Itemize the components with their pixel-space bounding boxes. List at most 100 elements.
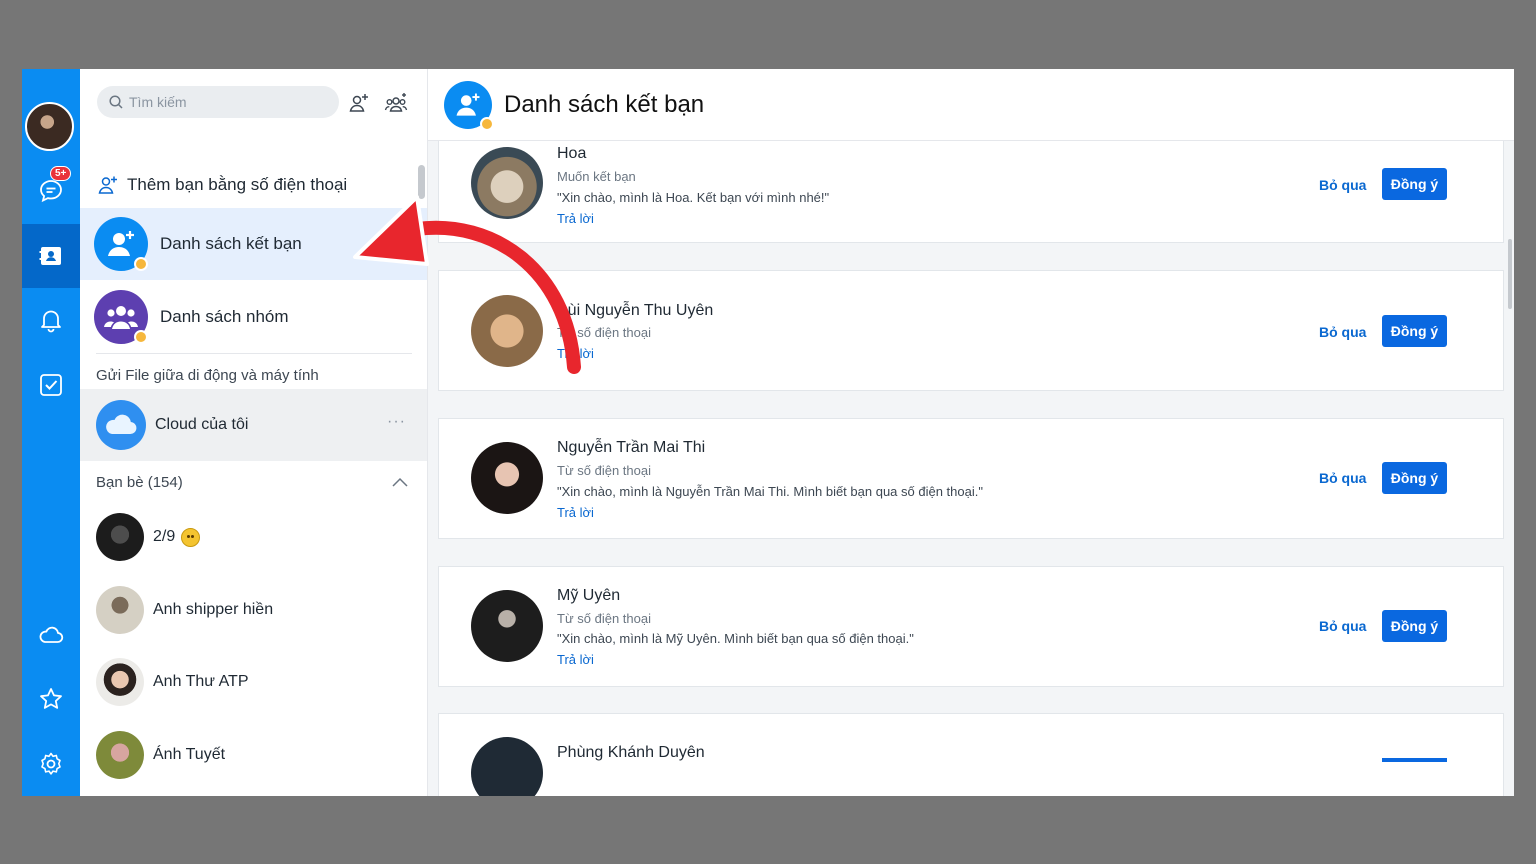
request-message: "Xin chào, mình là Hoa. Kết bạn với mình… [557,190,830,205]
skip-button[interactable]: Bỏ qua [1319,324,1366,340]
requester-name[interactable]: Nguyễn Trần Mai Thi [557,439,705,457]
request-message: "Xin chào, mình là Nguyễn Trần Mai Thi. … [557,484,983,499]
accept-button[interactable]: Đồng ý [1382,168,1447,200]
chat-icon [40,180,62,203]
skip-button[interactable]: Bỏ qua [1319,177,1366,193]
friend-requests-header-avatar [444,80,494,131]
request-message: "Xin chào, mình là Mỹ Uyên. Mình biết bạ… [557,631,914,646]
profile-avatar[interactable] [25,102,74,151]
friend-avatar [96,731,144,779]
friend-requests-panel: Danh sách kết bạn Hoa Muốn kết bạn "Xin … [428,69,1514,796]
search-input[interactable] [129,94,329,110]
sidebar-scrollbar[interactable] [418,165,425,199]
friend-item[interactable]: Ánh Tuyết [96,725,225,785]
add-friend-icon[interactable] [347,91,371,115]
group-list-avatar [94,290,148,344]
add-user-icon [98,176,117,194]
verified-badge [480,116,494,131]
friend-avatar [96,658,144,706]
gear-icon [41,752,61,775]
contacts-icon [39,247,61,265]
cloud-nav-button[interactable] [22,603,80,667]
reply-link[interactable]: Trả lời [557,211,594,226]
cloud-icon [39,626,64,643]
starred-nav-button[interactable] [22,667,80,731]
friend-request-card: Bùi Nguyễn Thu Uyên Từ số điện thoại Trả… [438,270,1504,391]
skip-button[interactable]: Bỏ qua [1319,470,1366,486]
chevron-up-icon[interactable] [392,477,408,487]
requester-avatar[interactable] [471,737,543,796]
friend-avatar [96,586,144,634]
requester-avatar[interactable] [471,295,543,367]
friend-name: Anh Thư ATP [153,673,249,690]
requester-name[interactable]: Hoa [557,145,586,163]
reply-link[interactable]: Trả lời [557,346,594,361]
nav-rail: 5+ [22,69,80,796]
friend-name: Ánh Tuyết [153,746,226,763]
sad-face-emoji-icon [181,527,201,547]
friend-request-card: Hoa Muốn kết bạn "Xin chào, mình là Hoa.… [438,141,1504,243]
group-icon [104,306,138,329]
bell-icon [41,310,61,333]
friend-requests-avatar [94,217,148,271]
requester-name[interactable]: Phùng Khánh Duyên [557,744,705,762]
friend-avatar [96,513,144,561]
checkbox-icon [40,374,62,396]
verified-badge [134,257,148,271]
accept-button[interactable]: Đồng ý [1382,315,1447,347]
add-friend-by-phone-link[interactable]: Thêm bạn bằng số điện thoại [97,174,347,196]
requester-avatar[interactable] [471,442,543,514]
accept-button[interactable]: Đồng ý [1382,462,1447,494]
request-source: Từ số điện thoại [557,463,651,478]
search-icon [109,95,123,109]
menu-group-list[interactable]: Danh sách nhóm [80,281,427,353]
contacts-nav-button[interactable] [22,224,80,288]
requester-name[interactable]: Bùi Nguyễn Thu Uyên [557,302,713,320]
friend-item[interactable]: Anh Thư ATP [96,652,249,712]
request-source: Từ số điện thoại [557,325,651,340]
requester-name[interactable]: Mỹ Uyên [557,587,620,605]
friends-count-header: Bạn bè (154) [96,474,183,491]
more-options-icon[interactable]: ··· [387,413,406,431]
requester-avatar[interactable] [471,147,543,219]
app-window: 5+ Thêm bạn bằng số điện thoạ [22,69,1514,796]
file-transfer-section-title: Gửi File giữa di động và máy tính [96,367,319,384]
cloud-avatar [96,400,146,450]
page-title: Danh sách kết bạn [504,90,705,118]
menu-label: Danh sách kết bạn [160,234,302,253]
friend-name: Anh shipper hiền [153,601,274,618]
reply-link[interactable]: Trả lời [557,505,594,520]
cloud-label: Cloud của tôi [155,416,249,433]
unread-badge: 5+ [50,166,72,181]
friend-item[interactable]: Anh shipper hiền [96,580,273,640]
friend-request-card: Phùng Khánh Duyên [438,713,1504,796]
requester-avatar[interactable] [471,590,543,662]
divider [96,353,412,354]
request-source: Từ số điện thoại [557,611,651,626]
search-box[interactable] [97,86,339,118]
add-friend-by-phone-label: Thêm bạn bằng số điện thoại [127,175,348,194]
friend-request-card: Nguyễn Trần Mai Thi Từ số điện thoại "Xi… [438,418,1504,539]
todo-nav-button[interactable] [22,353,80,417]
panel-scrollbar[interactable] [1508,239,1512,309]
friend-name: 2/9 [153,528,176,545]
menu-label: Danh sách nhóm [160,307,289,326]
cloud-icon [106,414,137,435]
accept-button[interactable]: Đồng ý [1382,610,1447,642]
menu-friend-requests[interactable]: Danh sách kết bạn [80,208,427,280]
star-icon [40,688,62,709]
friend-request-card: Mỹ Uyên Từ số điện thoại "Xin chào, mình… [438,566,1504,687]
add-user-icon [456,93,480,116]
panel-header: Danh sách kết bạn [428,69,1514,141]
verified-badge [134,330,148,344]
add-user-icon [108,231,134,256]
my-cloud-item[interactable]: Cloud của tôi ··· [80,389,427,461]
settings-nav-button[interactable] [22,732,80,796]
skip-button[interactable]: Bỏ qua [1319,618,1366,634]
accept-button-partial[interactable] [1382,758,1447,762]
notifications-nav-button[interactable] [22,288,80,352]
reply-link[interactable]: Trả lời [557,652,594,667]
contacts-sidebar: Thêm bạn bằng số điện thoại Danh sách kế… [80,69,428,796]
friend-item[interactable]: 2/9 [96,507,201,567]
create-group-icon[interactable] [384,91,408,115]
